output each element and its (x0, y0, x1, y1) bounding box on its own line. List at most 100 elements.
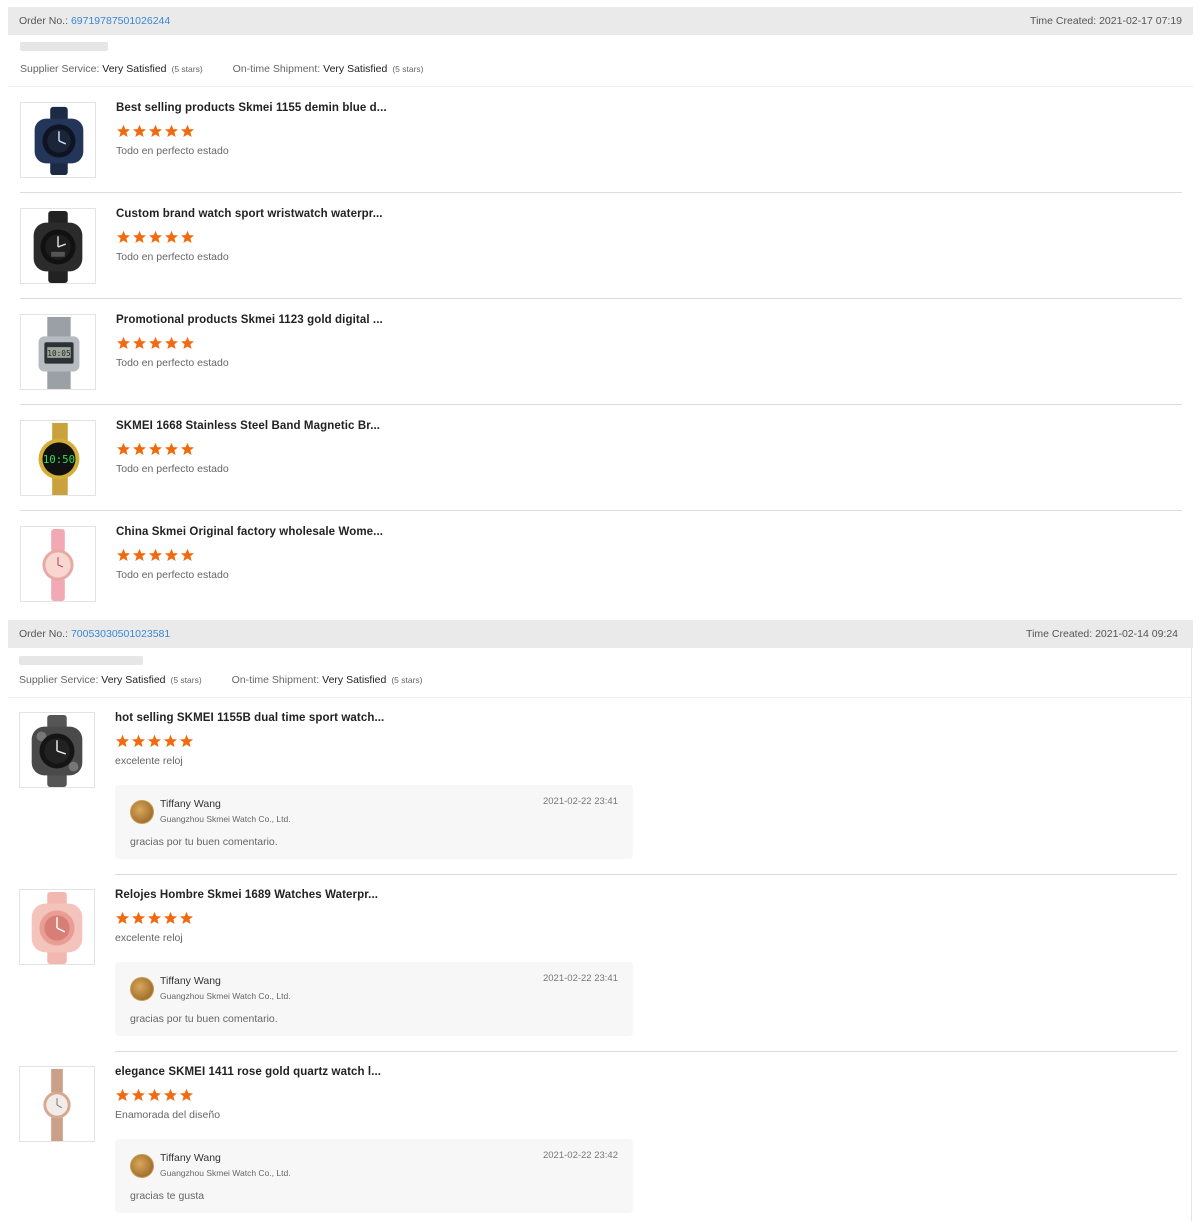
divider (8, 697, 1191, 698)
product-thumbnail[interactable]: 10:50 (20, 420, 96, 496)
product-thumbnail[interactable] (20, 102, 96, 178)
review-comment: Enamorada del diseño (115, 1109, 221, 1121)
star-icon (180, 911, 193, 924)
star-icon (180, 1088, 193, 1101)
svg-text:10:50: 10:50 (43, 453, 75, 466)
reply-time: 2021-02-22 23:41 (542, 973, 618, 984)
star-icon (117, 548, 130, 561)
star-icon (117, 442, 130, 455)
rating-stars (116, 442, 195, 456)
order-no-link[interactable]: 69719787501026244 (71, 15, 170, 27)
star-icon (181, 336, 194, 349)
product-thumbnail[interactable] (19, 889, 95, 965)
product-title[interactable]: Promotional products Skmei 1123 gold dig… (116, 314, 383, 326)
product-title[interactable]: China Skmei Original factory wholesale W… (116, 526, 383, 538)
supplier-service-rating: Supplier Service: Very Satisfied (5 stars… (19, 674, 202, 686)
product-thumbnail[interactable]: 10:05 (20, 314, 96, 390)
order-number: Order No.: 69719787501026244 (19, 15, 170, 27)
review-comment: Todo en perfecto estado (116, 357, 229, 369)
star-icon (148, 734, 161, 747)
order-no-label: Order No.: (19, 628, 69, 640)
divider (8, 86, 1193, 87)
star-icon (116, 734, 129, 747)
star-icon (133, 336, 146, 349)
supplier-service-rating: Supplier Service: Very Satisfied (5 stars… (20, 63, 203, 75)
avatar (130, 977, 154, 1001)
rating-stars (116, 230, 195, 244)
star-icon (165, 230, 178, 243)
product-thumbnail[interactable] (20, 208, 96, 284)
order-no-link[interactable]: 70053030501023581 (71, 628, 170, 640)
star-icon (133, 124, 146, 137)
svg-text:10:05: 10:05 (47, 349, 71, 358)
product-title[interactable]: hot selling SKMEI 1155B dual time sport … (115, 712, 384, 724)
reply-company: Guangzhou Skmei Watch Co., Ltd. (160, 1168, 291, 1178)
reply-time: 2021-02-22 23:42 (542, 1150, 618, 1161)
order-number: Order No.: 70053030501023581 (19, 628, 170, 640)
rating-stars (115, 911, 194, 925)
star-icon (164, 734, 177, 747)
supplier-reply: Tiffany Wang Guangzhou Skmei Watch Co., … (115, 962, 633, 1036)
reply-author: Tiffany Wang (160, 975, 221, 987)
product-thumbnail[interactable] (19, 712, 95, 788)
review-comment: excelente reloj (115, 932, 183, 944)
avatar (130, 800, 154, 824)
reply-text: gracias te gusta (130, 1190, 205, 1202)
star-icon (165, 336, 178, 349)
reply-company: Guangzhou Skmei Watch Co., Ltd. (160, 991, 291, 1001)
item-divider (115, 1051, 1177, 1052)
reply-company: Guangzhou Skmei Watch Co., Ltd. (160, 814, 291, 824)
product-thumbnail[interactable] (19, 1066, 95, 1142)
star-icon (149, 124, 162, 137)
reply-time: 2021-02-22 23:41 (542, 796, 618, 807)
star-icon (149, 442, 162, 455)
shipment-rating: On-time Shipment: Very Satisfied (5 stars… (232, 63, 424, 75)
supplier-reply: Tiffany Wang Guangzhou Skmei Watch Co., … (115, 1139, 633, 1213)
item-divider (20, 192, 1182, 193)
time-created: Time Created: 2021-02-17 07:19 (1030, 15, 1182, 27)
order-ratings: Supplier Service: Very Satisfied (5 stars… (19, 674, 423, 686)
star-icon (133, 442, 146, 455)
star-icon (148, 911, 161, 924)
product-title[interactable]: Best selling products Skmei 1155 demin b… (116, 102, 387, 114)
order-header: Order No.: 70053030501023581 Time Create… (8, 620, 1193, 648)
star-icon (181, 442, 194, 455)
order-no-label: Order No.: (19, 15, 69, 27)
review-comment: Todo en perfecto estado (116, 569, 229, 581)
star-icon (149, 336, 162, 349)
star-icon (165, 548, 178, 561)
rating-stars (115, 1088, 194, 1102)
rating-stars (116, 548, 195, 562)
star-icon (133, 230, 146, 243)
star-icon (165, 442, 178, 455)
item-divider (20, 298, 1182, 299)
review-comment: Todo en perfecto estado (116, 251, 229, 263)
item-divider (115, 874, 1177, 875)
rating-stars (116, 336, 195, 350)
product-title[interactable]: elegance SKMEI 1411 rose gold quartz wat… (115, 1066, 381, 1078)
reply-author: Tiffany Wang (160, 1152, 221, 1164)
product-title[interactable]: SKMEI 1668 Stainless Steel Band Magnetic… (116, 420, 380, 432)
order-header: Order No.: 69719787501026244 Time Create… (8, 7, 1193, 35)
star-icon (132, 911, 145, 924)
order-ratings: Supplier Service: Very Satisfied (5 stars… (20, 63, 424, 75)
review-comment: Todo en perfecto estado (116, 145, 229, 157)
item-divider (20, 404, 1182, 405)
star-icon (117, 124, 130, 137)
star-icon (181, 124, 194, 137)
supplier-reply: Tiffany Wang Guangzhou Skmei Watch Co., … (115, 785, 633, 859)
rating-stars (116, 124, 195, 138)
shipment-rating: On-time Shipment: Very Satisfied (5 stars… (231, 674, 423, 686)
star-icon (116, 911, 129, 924)
product-title[interactable]: Relojes Hombre Skmei 1689 Watches Waterp… (115, 889, 378, 901)
product-title[interactable]: Custom brand watch sport wristwatch wate… (116, 208, 383, 220)
redacted-buyer-name (20, 42, 108, 51)
star-icon (117, 230, 130, 243)
star-icon (149, 548, 162, 561)
star-icon (181, 230, 194, 243)
star-icon (132, 1088, 145, 1101)
star-icon (164, 1088, 177, 1101)
product-thumbnail[interactable] (20, 526, 96, 602)
star-icon (149, 230, 162, 243)
star-icon (116, 1088, 129, 1101)
